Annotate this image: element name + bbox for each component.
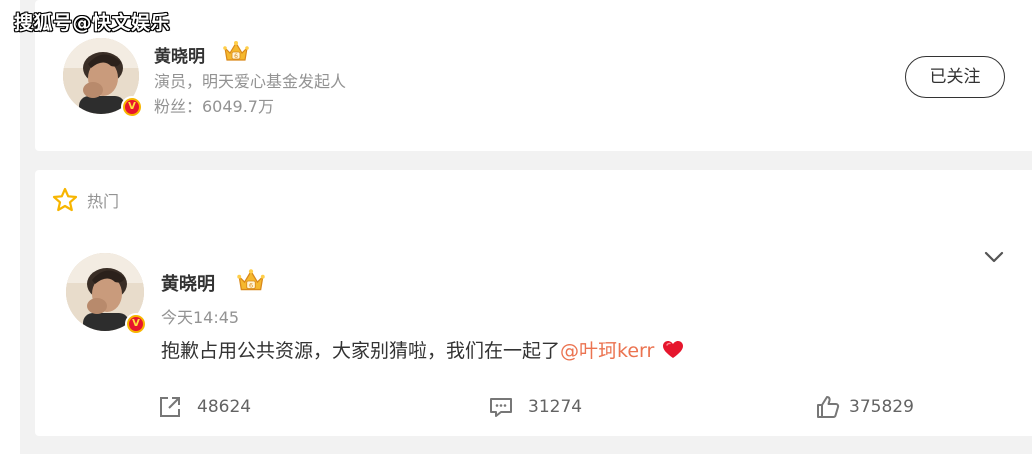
post-content: 抱歉占用公共资源，大家别猜啦，我们在一起了@叶珂kerr xyxy=(161,336,684,363)
like-icon xyxy=(817,396,840,418)
comment-action[interactable]: 31274 xyxy=(488,393,582,421)
watermark: 搜狐号@快文娱乐 xyxy=(14,12,171,34)
heart-icon xyxy=(663,341,684,358)
svg-text:6: 6 xyxy=(249,281,253,289)
profile-name[interactable]: 黄晓明 xyxy=(154,42,205,67)
crown-icon: 6 xyxy=(237,269,265,291)
profile-description: 演员，明天爱心基金发起人 xyxy=(154,72,347,91)
star-icon xyxy=(52,187,78,212)
left-gutter xyxy=(0,0,20,454)
repost-action[interactable]: 48624 xyxy=(157,393,251,421)
follower-count: 粉丝：6049.7万 xyxy=(154,97,274,116)
like-count: 375829 xyxy=(849,397,914,417)
post-text-body: 抱歉占用公共资源，大家别猜啦，我们在一起了 xyxy=(161,340,561,362)
svg-text:6: 6 xyxy=(234,53,238,60)
hot-section-label: 热门 xyxy=(87,192,120,211)
comment-icon xyxy=(490,398,512,417)
post-author-name[interactable]: 黄晓明 xyxy=(161,270,215,296)
comment-count: 31274 xyxy=(528,397,583,417)
followed-button[interactable]: 已关注 xyxy=(905,56,1005,98)
post-timestamp[interactable]: 今天14:45 xyxy=(161,304,239,328)
like-action[interactable]: 375829 xyxy=(815,393,914,421)
chevron-down-icon[interactable] xyxy=(983,249,1005,265)
repost-icon xyxy=(160,397,180,417)
verified-badge: V xyxy=(121,96,143,118)
verified-badge: V xyxy=(125,313,147,335)
repost-count: 48624 xyxy=(197,397,252,417)
mention-link[interactable]: @叶珂kerr xyxy=(560,340,654,362)
crown-icon: 6 xyxy=(223,41,249,61)
